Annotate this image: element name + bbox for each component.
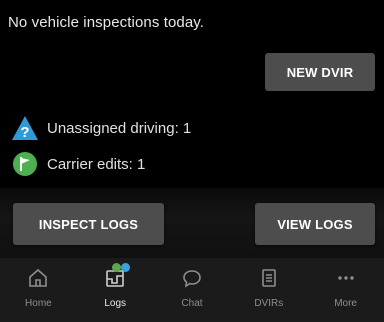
carrier-edits-row[interactable]: Carrier edits: 1 — [11, 151, 145, 177]
dvirs-icon — [258, 266, 280, 290]
tab-more-label: More — [334, 298, 357, 309]
tab-dvirs-label: DVIRs — [254, 298, 284, 309]
logs-icon — [104, 263, 131, 290]
logs-blue-badge — [121, 263, 131, 272]
tab-more[interactable]: More — [307, 258, 384, 322]
svg-text:?: ? — [20, 124, 29, 141]
home-icon — [27, 266, 49, 290]
unassigned-driving-label: Unassigned driving: 1 — [47, 119, 192, 137]
unassigned-driving-row[interactable]: ? Unassigned driving: 1 — [11, 115, 191, 141]
bottom-tab-bar: Home Logs Chat DVIRs More — [0, 258, 384, 322]
carrier-edits-icon — [11, 151, 39, 177]
new-dvir-button[interactable]: NEW DVIR — [265, 53, 375, 91]
more-icon — [335, 266, 357, 290]
tab-logs[interactable]: Logs — [77, 258, 154, 322]
no-inspections-message: No vehicle inspections today. — [8, 14, 205, 31]
carrier-edits-label: Carrier edits: 1 — [47, 155, 146, 173]
view-logs-button[interactable]: VIEW LOGS — [255, 203, 375, 245]
tab-chat-label: Chat — [181, 298, 203, 309]
chat-icon — [181, 266, 203, 290]
tab-home[interactable]: Home — [0, 258, 77, 322]
tab-dvirs[interactable]: DVIRs — [230, 258, 307, 322]
tab-chat[interactable]: Chat — [154, 258, 231, 322]
inspect-logs-button[interactable]: INSPECT LOGS — [13, 203, 164, 245]
tab-logs-label: Logs — [104, 298, 127, 309]
unassigned-driving-icon: ? — [11, 115, 39, 141]
tab-home-label: Home — [25, 298, 52, 309]
